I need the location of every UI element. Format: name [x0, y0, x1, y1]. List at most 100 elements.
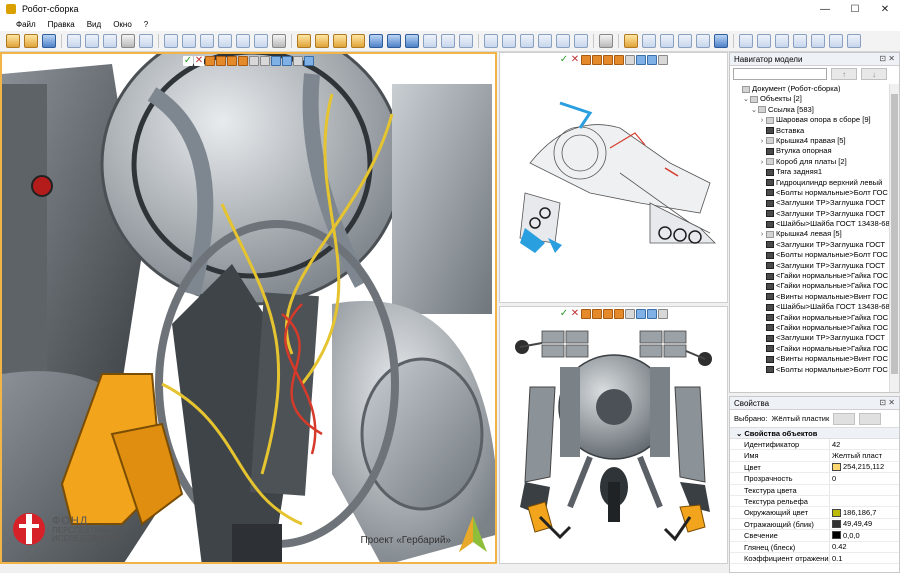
front-view-viewport[interactable]: ✓ ✕: [499, 306, 728, 564]
shaded-mode-icon[interactable]: [205, 56, 215, 66]
tree-item[interactable]: <Винты нормальные>Винт ГОС: [730, 354, 889, 364]
property-row[interactable]: Прозрачность 0: [730, 473, 899, 485]
save-icon[interactable]: [42, 34, 56, 48]
tree-item[interactable]: Гидроцилиндр верхний левый: [730, 178, 889, 188]
zoom-icon[interactable]: [739, 34, 753, 48]
tree-item[interactable]: <Заглушки ТР>Заглушка ГОСТ: [730, 198, 889, 208]
property-row[interactable]: Имя Желтый пласт: [730, 450, 899, 462]
projection-icon[interactable]: [625, 309, 635, 319]
cancel-icon[interactable]: ✕: [570, 309, 580, 319]
image-icon[interactable]: [556, 34, 570, 48]
filter-icon[interactable]: [658, 309, 668, 319]
apply-selection-button[interactable]: [833, 412, 856, 425]
color-swatch[interactable]: [832, 508, 841, 517]
variables-icon[interactable]: [520, 34, 534, 48]
section-icon[interactable]: [696, 34, 710, 48]
fit-view-icon[interactable]: [793, 34, 807, 48]
expand-chevron-icon[interactable]: ⌄: [750, 105, 758, 115]
tree-item[interactable]: <Гайки нормальные>Гайка ГОС: [730, 323, 889, 333]
menu-edit[interactable]: Правка: [42, 20, 81, 29]
cancel-icon[interactable]: ✕: [194, 56, 204, 66]
fillet-icon[interactable]: [351, 34, 365, 48]
tree-item[interactable]: <Гайки нормальные>Гайка ГОС: [730, 281, 889, 291]
split-view-icon[interactable]: [829, 34, 843, 48]
shaded-mode-icon[interactable]: [581, 309, 591, 319]
tree-item[interactable]: <Гайки нормальные>Гайка ГОС: [730, 271, 889, 281]
circle-icon[interactable]: [200, 34, 214, 48]
tree-item[interactable]: › Крышка4 левая [5]: [730, 229, 889, 239]
menu-file[interactable]: Файл: [10, 20, 42, 29]
mirror-icon[interactable]: [459, 34, 473, 48]
tree-item[interactable]: <Гайки нормальные>Гайка ГОС: [730, 344, 889, 354]
checkmark-icon[interactable]: ✓: [559, 55, 569, 65]
tree-item[interactable]: <Болты нормальные>Болт ГОС: [730, 188, 889, 198]
projection-icon[interactable]: [249, 56, 259, 66]
cancel-icon[interactable]: ✕: [570, 55, 580, 65]
light-icon[interactable]: [271, 56, 281, 66]
line-icon[interactable]: [182, 34, 196, 48]
tree-item[interactable]: <Заглушки ТР>Заглушка ГОСТ: [730, 261, 889, 271]
table-icon[interactable]: [484, 34, 498, 48]
property-value-cell[interactable]: 0.42: [830, 542, 899, 552]
polyline-icon[interactable]: [236, 34, 250, 48]
wireframe-icon[interactable]: [227, 56, 237, 66]
filter-icon[interactable]: [293, 56, 303, 66]
property-value-cell[interactable]: 0: [830, 473, 899, 483]
fragment-icon[interactable]: [405, 34, 419, 48]
property-row[interactable]: Окружающий цвет 186,186,7: [730, 507, 899, 519]
search-up-button[interactable]: ↑: [831, 68, 857, 80]
search-down-button[interactable]: ↓: [861, 68, 887, 80]
property-row[interactable]: Текстура рельефа: [730, 495, 899, 508]
extrude-icon[interactable]: [297, 34, 311, 48]
scrollbar-thumb[interactable]: [891, 94, 898, 374]
assembly-icon[interactable]: [387, 34, 401, 48]
property-value-cell[interactable]: 254,215,112: [830, 462, 899, 472]
delete-icon[interactable]: [121, 34, 135, 48]
tree-item[interactable]: <Болты нормальные>Болт ГОС: [730, 365, 889, 375]
expand-chevron-icon[interactable]: ⌄: [742, 94, 750, 104]
property-value-cell[interactable]: 42: [830, 439, 899, 449]
expand-chevron-icon[interactable]: ›: [758, 136, 766, 146]
close-button[interactable]: ✕: [870, 0, 900, 18]
expand-chevron-icon[interactable]: ›: [758, 229, 766, 239]
shaded-edges-icon[interactable]: [216, 56, 226, 66]
pointer-icon[interactable]: [103, 34, 117, 48]
property-row[interactable]: Цвет 254,215,112: [730, 461, 899, 474]
camera-icon[interactable]: [647, 309, 657, 319]
property-value-cell[interactable]: 0,0,0: [830, 530, 899, 540]
color-swatch[interactable]: [832, 462, 841, 471]
property-value-cell[interactable]: 0.1: [830, 553, 899, 563]
expand-chevron-icon[interactable]: ›: [758, 115, 766, 125]
export-icon[interactable]: [574, 34, 588, 48]
array-icon[interactable]: [441, 34, 455, 48]
menu-view[interactable]: Вид: [81, 20, 107, 29]
rectangle-icon[interactable]: [164, 34, 178, 48]
color-swatch[interactable]: [832, 531, 841, 540]
tree-item[interactable]: Втулка опорная: [730, 146, 889, 156]
checkmark-icon[interactable]: ✓: [559, 309, 569, 319]
shaded-edges-icon[interactable]: [592, 309, 602, 319]
navigator-search-input[interactable]: [733, 68, 827, 80]
tree-item[interactable]: <Винты нормальные>Винт ГОС: [730, 292, 889, 302]
mate-icon[interactable]: [423, 34, 437, 48]
light-icon[interactable]: [636, 55, 646, 65]
work-plane-icon[interactable]: [642, 34, 656, 48]
list-icon[interactable]: [502, 34, 516, 48]
wireframe-icon[interactable]: [603, 55, 613, 65]
tree-item[interactable]: › Короб для платы [2]: [730, 157, 889, 167]
property-row[interactable]: Свечение 0,0,0: [730, 530, 899, 542]
maximize-button[interactable]: ☐: [840, 0, 870, 18]
color-swatch[interactable]: [832, 519, 841, 528]
minimize-button[interactable]: —: [810, 0, 840, 18]
hidden-lines-icon[interactable]: [614, 55, 624, 65]
main-3d-viewport[interactable]: ✓ ✕ ФОНД ПЕРСПЕКТИВНЫХ ИССЛЕДОВАНИЙ Прое…: [0, 52, 497, 564]
property-row[interactable]: Коэффициент отражения 0.1: [730, 552, 899, 565]
expand-chevron-icon[interactable]: ›: [758, 157, 766, 167]
filter-icon[interactable]: [658, 55, 668, 65]
tree-item[interactable]: › Шаровая опора в сборе [9]: [730, 115, 889, 125]
property-row[interactable]: Отражающий (блик) 49,49,49: [730, 518, 899, 531]
pin-icon[interactable]: ⊡ ✕: [879, 54, 895, 63]
hatch-icon[interactable]: [272, 34, 286, 48]
tree-item[interactable]: <Шайбы>Шайба ГОСТ 13438-68: [730, 219, 889, 229]
view-cube-icon[interactable]: [811, 34, 825, 48]
